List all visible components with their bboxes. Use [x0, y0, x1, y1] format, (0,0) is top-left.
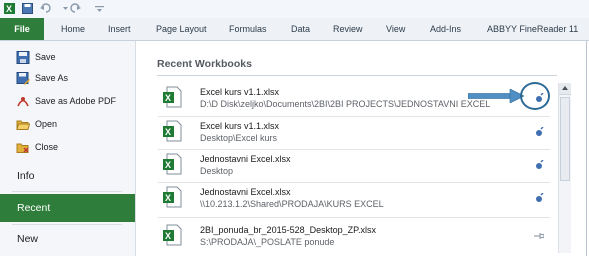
recent-file-path: \\10.213.1.2\Shared\PRODAJA\KURS EXCEL: [200, 199, 384, 209]
nav-save-label: Save: [35, 52, 56, 62]
tab-page-layout[interactable]: Page Layout: [156, 18, 207, 40]
recent-file-row[interactable]: X 2BI_ponuda_br_2015-528_Desktop_ZP.xlsx…: [136, 222, 557, 254]
callout-highlight-circle: [520, 82, 550, 110]
recent-file-name: Jednostavni Excel.xlsx: [200, 154, 291, 164]
recent-file-path: Desktop: [200, 166, 234, 176]
backstage-nav: Save Save As Save as Adobe PDF Open Clos…: [0, 41, 136, 256]
nav-divider: [12, 191, 122, 192]
excel-file-icon: X: [163, 224, 182, 246]
recent-file-name: Excel kurs v1.1.xlsx: [200, 87, 280, 97]
svg-text:X: X: [165, 231, 171, 241]
tab-insert[interactable]: Insert: [108, 18, 131, 40]
nav-close[interactable]: Close: [0, 137, 135, 159]
pin-icon[interactable]: [534, 160, 544, 170]
recent-file-row[interactable]: X Jednostavni Excel.xlsx Desktop: [136, 151, 557, 183]
row-divider: [158, 182, 550, 183]
recent-file-path: D:\D Disk\zeljko\Documents\2BI\2BI PROJE…: [200, 99, 491, 109]
save-icon: [16, 51, 30, 64]
pin-icon[interactable]: [534, 127, 544, 137]
nav-save-as-adobe-pdf-label: Save as Adobe PDF: [35, 96, 117, 106]
tab-home[interactable]: Home: [61, 18, 85, 40]
callout-arrow-icon: [468, 89, 524, 103]
recent-workbooks-panel: Recent Workbooks X Excel kurs v1.1.xlsx …: [136, 41, 557, 256]
scroll-up-button[interactable]: [559, 83, 571, 95]
recent-file-row[interactable]: X Jednostavni Excel.xlsx \\10.213.1.2\Sh…: [136, 184, 557, 216]
tab-abbyy-finereader[interactable]: ABBYY FineReader 11: [487, 18, 578, 40]
unpinned-pin-icon[interactable]: [534, 231, 544, 241]
nav-save-as[interactable]: Save As: [0, 68, 135, 90]
nav-save-as-label: Save As: [35, 73, 69, 83]
recent-file-path: S:\PRODAJA\_POSLATE ponude: [200, 237, 335, 247]
nav-new[interactable]: New: [0, 225, 135, 253]
row-divider: [158, 217, 550, 218]
nav-save-as-adobe-pdf[interactable]: Save as Adobe PDF: [0, 91, 135, 113]
tab-view[interactable]: View: [386, 18, 405, 40]
svg-text:X: X: [165, 160, 171, 170]
recent-file-path: Desktop\Excel kurs: [200, 133, 278, 143]
excel-file-icon: X: [163, 153, 182, 175]
quick-access-toolbar: X: [0, 0, 589, 19]
recent-file-name: Excel kurs v1.1.xlsx: [200, 121, 280, 131]
undo-icon[interactable]: [40, 3, 51, 14]
nav-recent[interactable]: Recent: [0, 194, 135, 222]
excel-file-icon: X: [163, 120, 182, 142]
tab-formulas[interactable]: Formulas: [229, 18, 267, 40]
save-icon[interactable]: [22, 3, 33, 14]
save-as-icon: [16, 72, 30, 85]
nav-info-label: Info: [17, 170, 35, 182]
svg-text:X: X: [6, 4, 12, 14]
vertical-scrollbar[interactable]: [558, 83, 571, 253]
nav-info[interactable]: Info: [0, 162, 135, 190]
selected-pointer-icon: [124, 194, 135, 222]
svg-text:X: X: [165, 127, 171, 137]
recent-file-row[interactable]: X Excel kurs v1.1.xlsx Desktop\Excel kur…: [136, 118, 557, 150]
heading-divider: [157, 75, 557, 76]
pin-icon[interactable]: [534, 193, 544, 203]
nav-new-label: New: [17, 233, 39, 245]
nav-save[interactable]: Save: [0, 47, 135, 69]
tab-data[interactable]: Data: [291, 18, 310, 40]
recent-file-name: 2BI_ponuda_br_2015-528_Desktop_ZP.xlsx: [200, 225, 376, 235]
close-folder-icon: [16, 143, 29, 153]
customize-toolbar-icon[interactable]: [94, 3, 105, 14]
nav-close-label: Close: [35, 142, 59, 152]
recent-file-name: Jednostavni Excel.xlsx: [200, 187, 291, 197]
adobe-pdf-icon: [17, 97, 29, 107]
tab-file[interactable]: File: [0, 18, 44, 40]
excel-app-icon: X: [4, 3, 15, 14]
tab-add-ins[interactable]: Add-Ins: [430, 18, 461, 40]
row-divider: [158, 149, 550, 150]
open-folder-icon: [16, 120, 30, 130]
ribbon-tabs: File Home Insert Page Layout Formulas Da…: [0, 18, 589, 41]
svg-text:X: X: [165, 93, 171, 103]
excel-file-icon: X: [163, 86, 182, 108]
excel-file-icon: X: [163, 186, 182, 208]
recent-workbooks-heading: Recent Workbooks: [157, 58, 252, 70]
nav-open[interactable]: Open: [0, 114, 135, 136]
nav-open-label: Open: [35, 119, 58, 129]
tab-review[interactable]: Review: [333, 18, 363, 40]
nav-recent-label: Recent: [17, 202, 51, 214]
scroll-thumb[interactable]: [560, 97, 570, 181]
redo-icon[interactable]: [70, 3, 81, 14]
svg-text:X: X: [165, 193, 171, 203]
row-divider: [158, 116, 550, 117]
